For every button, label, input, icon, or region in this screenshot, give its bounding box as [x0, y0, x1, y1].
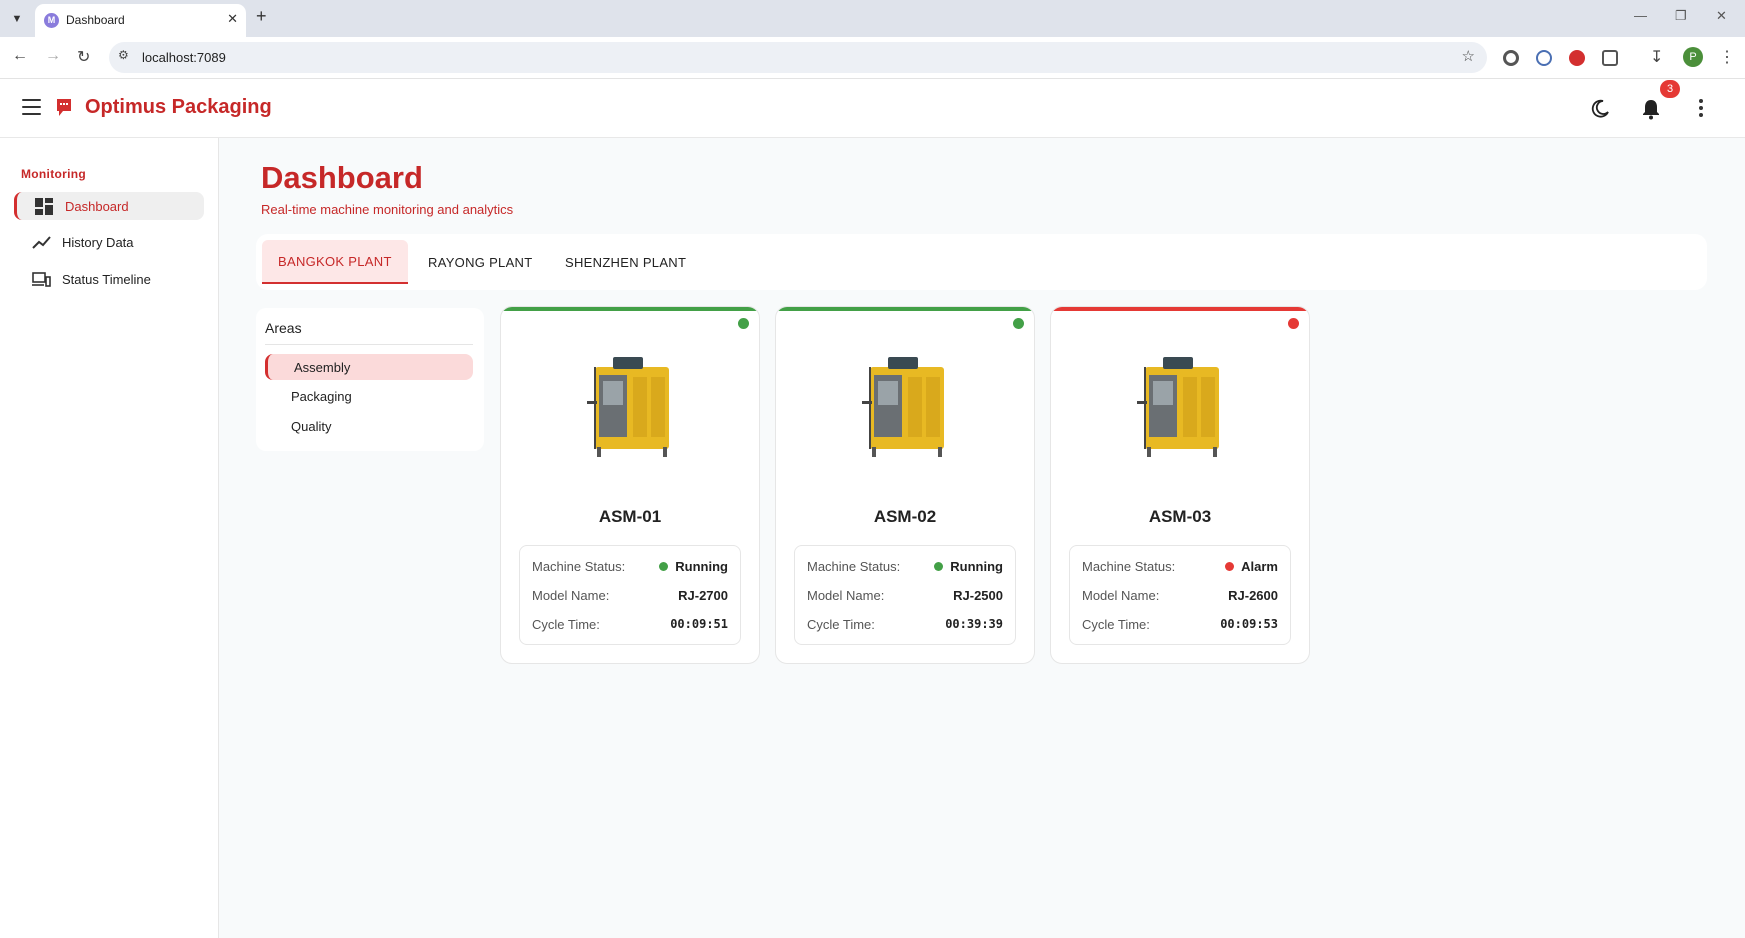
model-label: Model Name: [1082, 587, 1160, 603]
sidebar: Monitoring Dashboard History Data Status… [0, 138, 219, 938]
browser-toolbar: ← → ↻ ⚙ localhost:7089 ☆ ↧ P ⋮ [0, 37, 1745, 79]
trend-line-icon [32, 235, 51, 249]
status-indicator-dot [1013, 318, 1024, 329]
status-bar [501, 307, 759, 311]
extensions-puzzle-icon[interactable] [1602, 50, 1618, 66]
machine-card[interactable]: ASM-01 Machine Status: Running Model Name… [500, 306, 760, 664]
url-text[interactable]: localhost:7089 [142, 50, 226, 65]
sidebar-item-status-timeline[interactable]: Status Timeline [14, 265, 204, 293]
browser-tab-bar: ▼ M Dashboard ✕ + — ❐ ✕ [0, 0, 1745, 37]
status-dot [934, 561, 944, 571]
sidebar-item-label: Dashboard [65, 198, 129, 214]
reload-icon[interactable]: ↻ [77, 47, 90, 67]
dark-mode-moon-icon[interactable] [1590, 99, 1610, 119]
back-icon[interactable]: ← [12, 47, 28, 65]
brand-name[interactable]: Optimus Packaging [85, 96, 272, 119]
area-item-assembly[interactable]: Assembly [265, 354, 473, 380]
address-bar[interactable]: ⚙ localhost:7089 ☆ [109, 42, 1487, 73]
tab-title: Dashboard [66, 13, 125, 27]
area-item-quality[interactable]: Quality [265, 413, 473, 439]
machine-card[interactable]: ASM-03 Machine Status: Alarm Model Name: R… [1050, 306, 1310, 664]
favicon-icon: M [44, 13, 59, 28]
site-info-icon[interactable]: ⚙ [118, 48, 129, 62]
areas-title: Areas [265, 320, 302, 336]
status-indicator-dot [1288, 318, 1299, 329]
machine-status: Running [675, 558, 728, 574]
model-name: RJ-2700 [678, 587, 728, 603]
notifications-bell-icon[interactable] [1641, 98, 1661, 120]
cycle-label: Cycle Time: [807, 616, 875, 632]
forward-icon[interactable]: → [45, 47, 61, 65]
extension-lens-icon[interactable] [1536, 50, 1552, 66]
sidebar-item-dashboard[interactable]: Dashboard [14, 192, 204, 220]
machine-name: ASM-01 [598, 507, 662, 526]
status-bar [776, 307, 1034, 311]
restore-icon[interactable]: ❐ [1675, 8, 1687, 24]
status-dot [659, 561, 669, 571]
hamburger-menu-icon[interactable] [22, 99, 41, 115]
sidebar-item-history-data[interactable]: History Data [14, 228, 204, 256]
status-dot [1225, 561, 1235, 571]
machine-name: ASM-02 [873, 507, 937, 526]
machine-info: Machine Status: Running Model Name: RJ-250… [794, 545, 1016, 645]
cycle-label: Cycle Time: [532, 616, 600, 632]
model-label: Model Name: [807, 587, 885, 603]
devices-icon [32, 271, 51, 287]
machine-card[interactable]: ASM-02 Machine Status: Running Model Name… [775, 306, 1035, 664]
sidebar-item-label: History Data [62, 234, 134, 250]
tab-search-chevron-icon[interactable]: ▼ [6, 8, 28, 30]
model-name: RJ-2500 [953, 587, 1003, 603]
machine-info: Machine Status: Running Model Name: RJ-270… [519, 545, 741, 645]
more-vert-icon[interactable] [1698, 99, 1704, 119]
brand-logo-icon [57, 99, 71, 116]
tab-rayong-plant[interactable]: RAYONG PLANT [412, 240, 549, 284]
machine-image [1137, 357, 1219, 457]
machine-image [862, 357, 944, 457]
extension-gear-icon[interactable] [1503, 50, 1519, 66]
machine-info: Machine Status: Alarm Model Name: RJ-2600 … [1069, 545, 1291, 645]
status-indicator-dot [738, 318, 749, 329]
new-tab-icon[interactable]: + [256, 6, 267, 27]
plant-tabs: BANGKOK PLANT RAYONG PLANT SHENZHEN PLAN… [256, 234, 1707, 290]
machine-status: Running [950, 558, 1003, 574]
status-label: Machine Status: [532, 558, 626, 574]
cycle-time: 00:09:51 [670, 617, 728, 631]
dashboard-icon [35, 197, 53, 215]
browser-tab[interactable]: M Dashboard ✕ [35, 4, 246, 37]
status-label: Machine Status: [1082, 558, 1176, 574]
page-title: Dashboard [261, 160, 423, 195]
sidebar-item-label: Status Timeline [62, 271, 151, 287]
tab-shenzhen-plant[interactable]: SHENZHEN PLANT [549, 240, 702, 284]
status-label: Machine Status: [807, 558, 901, 574]
app-header: Optimus Packaging 3 [0, 79, 1745, 138]
status-bar [1051, 307, 1309, 311]
divider [265, 344, 473, 345]
machine-status: Alarm [1241, 558, 1278, 574]
browser-menu-icon[interactable]: ⋮ [1719, 47, 1735, 67]
sidebar-section-title: Monitoring [21, 167, 86, 181]
model-name: RJ-2600 [1228, 587, 1278, 603]
close-tab-icon[interactable]: ✕ [227, 11, 238, 27]
profile-avatar[interactable]: P [1683, 47, 1703, 67]
area-item-packaging[interactable]: Packaging [265, 383, 473, 409]
areas-panel: Areas Assembly Packaging Quality [256, 308, 484, 451]
tab-bangkok-plant[interactable]: BANGKOK PLANT [262, 240, 408, 284]
machine-image [587, 357, 669, 457]
notification-badge: 3 [1660, 80, 1680, 98]
downloads-icon[interactable]: ↧ [1650, 47, 1663, 67]
model-label: Model Name: [532, 587, 610, 603]
machine-name: ASM-03 [1148, 507, 1212, 526]
cycle-label: Cycle Time: [1082, 616, 1150, 632]
close-window-icon[interactable]: ✕ [1716, 8, 1727, 24]
extension-opera-icon[interactable] [1569, 50, 1585, 66]
minimize-icon[interactable]: — [1634, 8, 1647, 23]
page-subtitle: Real-time machine monitoring and analyti… [261, 202, 514, 217]
bookmark-star-icon[interactable]: ☆ [1462, 47, 1475, 65]
cycle-time: 00:09:53 [1220, 617, 1278, 631]
cycle-time: 00:39:39 [945, 617, 1003, 631]
